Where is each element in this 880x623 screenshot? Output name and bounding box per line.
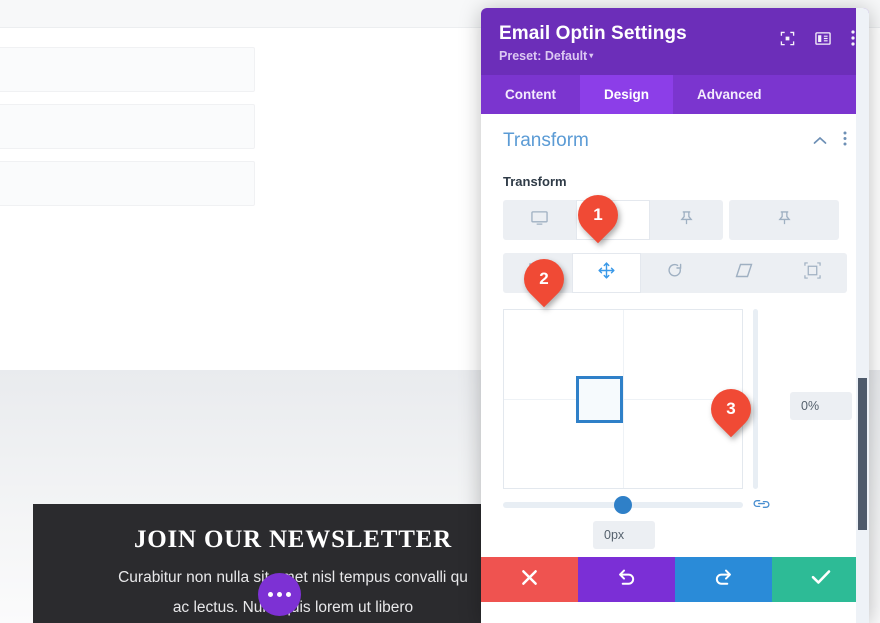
panel-scrollbar-thumb[interactable]	[858, 378, 867, 530]
modal-body: Transform Transform 0% 0px	[481, 114, 869, 557]
step-marker-3: 3	[702, 380, 760, 438]
transform-grid[interactable]	[503, 309, 743, 489]
marker-number: 3	[726, 399, 736, 418]
dot-icon	[268, 592, 273, 597]
pin-icon	[777, 210, 792, 231]
content-placeholder-block	[0, 104, 255, 149]
undo-button[interactable]	[578, 557, 675, 602]
newsletter-heading: JOIN OUR NEWSLETTER	[133, 526, 453, 553]
more-options-fab[interactable]	[258, 573, 301, 616]
vertical-slider-track[interactable]	[753, 309, 758, 489]
marker-number: 2	[539, 269, 549, 288]
section-title: Transform	[503, 130, 589, 151]
dot-icon	[286, 592, 291, 597]
save-button[interactable]	[772, 557, 869, 602]
origin-tab[interactable]	[778, 253, 847, 293]
step-marker-2: 2	[515, 250, 573, 308]
marker-number: 1	[593, 205, 603, 224]
sticky-state-button[interactable]	[650, 200, 723, 240]
undo-icon	[617, 568, 636, 591]
preset-label: Preset: Default	[499, 49, 588, 63]
grid-horizontal-line	[504, 399, 742, 400]
tab-content[interactable]: Content	[481, 75, 580, 114]
rotate-icon	[667, 263, 683, 284]
more-vertical-icon[interactable]	[843, 131, 847, 151]
vertical-value-input[interactable]: 0%	[790, 392, 852, 420]
preset-selector[interactable]: Preset: Default ▾	[499, 49, 851, 63]
dot-icon	[277, 592, 282, 597]
redo-button[interactable]	[675, 557, 772, 602]
pin-icon	[679, 210, 694, 231]
email-optin-settings-modal: Email Optin Settings Preset: Default ▾ C…	[481, 8, 869, 623]
tab-design[interactable]: Design	[580, 75, 674, 114]
content-placeholder-block	[0, 47, 255, 92]
more-vertical-icon[interactable]	[851, 30, 855, 46]
device-state-toggle-row	[503, 200, 847, 240]
settings-tabs: Content Design Advanced	[481, 75, 869, 114]
horizontal-slider-knob[interactable]	[614, 496, 632, 514]
horizontal-slider-track[interactable]	[503, 496, 743, 514]
transform-handle-square[interactable]	[576, 376, 623, 423]
content-placeholder-block	[0, 161, 255, 206]
monitor-icon	[531, 210, 548, 231]
skew-tab[interactable]	[709, 253, 778, 293]
sticky-state-button-secondary[interactable]	[729, 200, 839, 240]
desktop-view-button[interactable]	[503, 200, 576, 240]
focus-icon[interactable]	[780, 31, 795, 46]
move-arrows-icon	[598, 262, 615, 284]
link-axes-icon[interactable]	[753, 497, 770, 516]
transform-field-label: Transform	[503, 174, 567, 189]
redo-icon	[714, 568, 733, 591]
transform-section-header: Transform	[503, 114, 847, 152]
transform-grid-area: 0% 0px	[503, 309, 852, 549]
modal-header: Email Optin Settings Preset: Default ▾	[481, 8, 869, 75]
step-marker-1: 1	[569, 186, 627, 244]
chevron-up-icon[interactable]	[813, 132, 827, 150]
check-icon	[811, 569, 831, 590]
modal-footer	[481, 557, 869, 602]
rotate-tab[interactable]	[641, 253, 710, 293]
chevron-down-icon: ▾	[589, 51, 594, 60]
close-x-icon	[521, 569, 538, 591]
layout-panel-icon[interactable]	[815, 31, 831, 46]
panel-scrollbar[interactable]	[856, 8, 869, 623]
skew-icon	[735, 263, 753, 283]
cancel-button[interactable]	[481, 557, 578, 602]
origin-icon	[804, 262, 821, 284]
translate-tab[interactable]	[571, 253, 641, 293]
tab-advanced[interactable]: Advanced	[673, 75, 786, 114]
horizontal-value-input[interactable]: 0px	[593, 521, 655, 549]
